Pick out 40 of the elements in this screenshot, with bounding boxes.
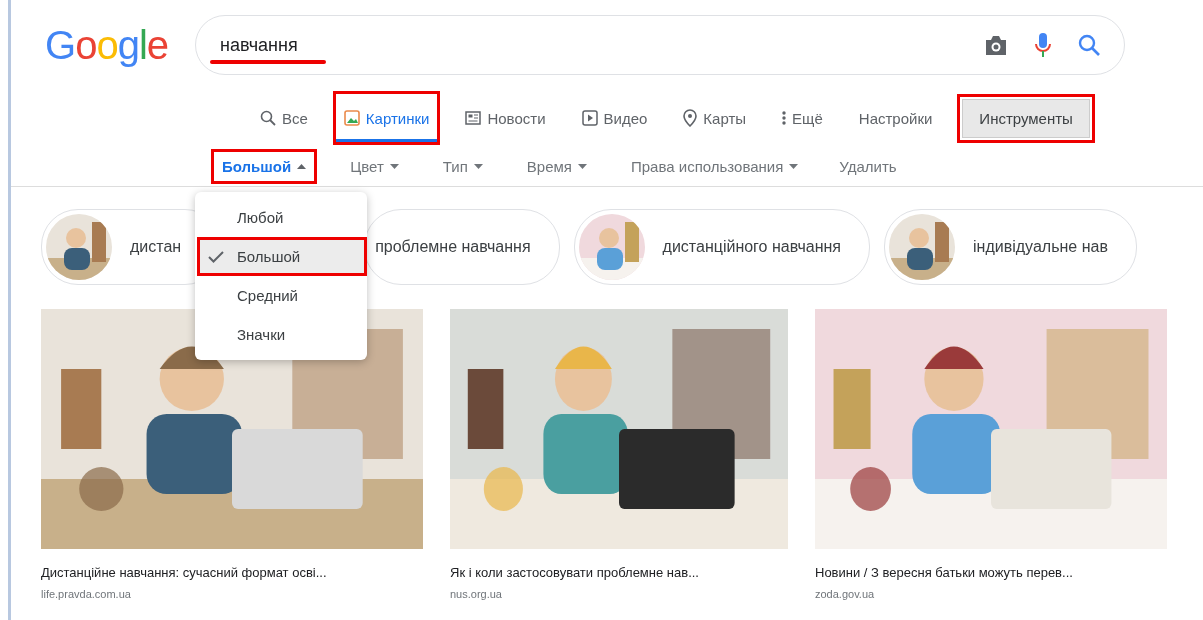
nav-tab[interactable]: Новости: [457, 94, 554, 142]
newspaper-icon: [465, 111, 482, 125]
check-icon: [208, 250, 224, 263]
map-pin-icon: [683, 109, 698, 127]
nav-tab[interactable]: Ещё: [774, 94, 831, 142]
result-source: zoda.gov.ua: [815, 588, 876, 600]
nav-tab[interactable]: Все: [252, 94, 316, 142]
filter-dropdown[interactable]: Цвет: [342, 151, 407, 181]
caret-icon: [297, 163, 307, 169]
more-icon: [782, 110, 787, 126]
caret-icon: [789, 163, 799, 169]
result-source: nus.org.ua: [450, 588, 503, 600]
image-icon: [343, 110, 360, 126]
clear-link[interactable]: Удалить: [831, 151, 905, 181]
related-search-chip[interactable]: дистанційного навчання: [573, 209, 871, 285]
filter-dropdown[interactable]: Тип: [434, 151, 491, 181]
nav-tab[interactable]: Настройки: [850, 94, 941, 142]
filter-dropdown[interactable]: Время: [518, 151, 595, 181]
result-source: life.pravda.com.ua: [41, 588, 132, 600]
caret-icon: [473, 163, 483, 169]
google-logo[interactable]: Google: [11, 22, 195, 68]
nav-tab[interactable]: Карты: [675, 94, 755, 142]
search-icon[interactable]: [1078, 34, 1100, 56]
caret-icon: [578, 163, 587, 169]
microphone-icon[interactable]: [1034, 32, 1052, 58]
camera-icon[interactable]: [984, 34, 1008, 56]
search-icon: [260, 110, 276, 126]
filter-dropdown[interactable]: Права использования: [623, 151, 807, 181]
nav-tab[interactable]: Видео: [573, 94, 656, 142]
caret-icon: [389, 163, 399, 169]
result-title[interactable]: Дистанційне навчання: сучасний формат осві...: [41, 565, 423, 580]
menu-item[interactable]: Большой: [200, 240, 364, 273]
menu-item[interactable]: Значки: [200, 318, 364, 351]
play-icon: [581, 110, 598, 126]
result-title[interactable]: Новини / З вересня батьки можуть перев...: [815, 565, 1167, 580]
result-title[interactable]: Як і коли застосовувати проблемне нав...: [450, 565, 788, 580]
related-search-chip[interactable]: індивідуальне нав: [884, 209, 1137, 285]
tools-button[interactable]: Инструменты: [962, 98, 1090, 138]
nav-tab[interactable]: Картинки: [335, 94, 438, 142]
filter-dropdown[interactable]: Большой: [214, 151, 315, 181]
